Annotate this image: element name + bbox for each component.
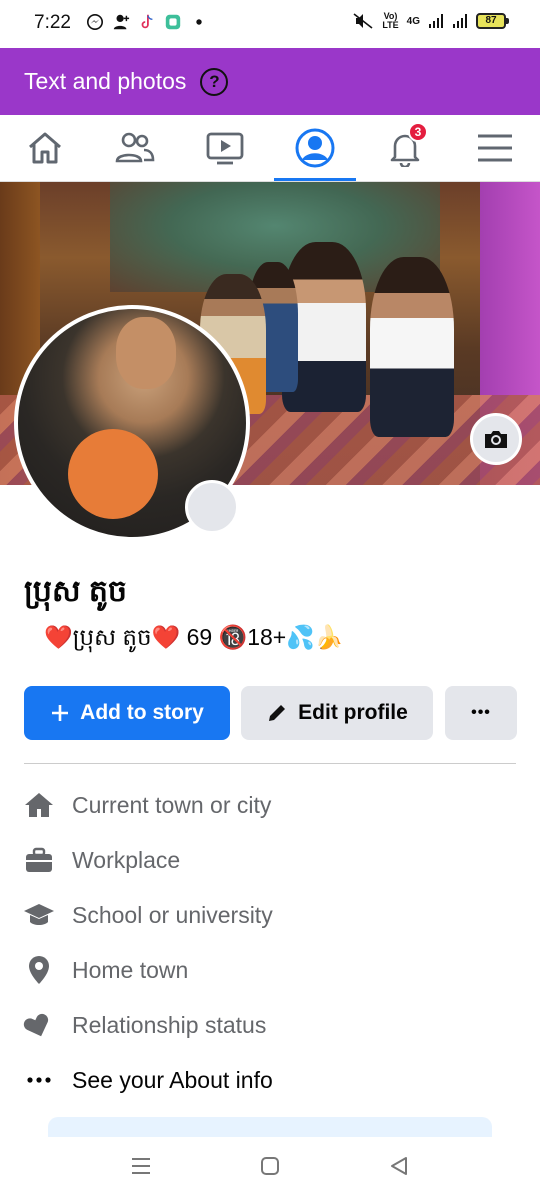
status-bar: 7:22 Vo) LTE 4G 87: [0, 0, 540, 48]
profile-bio: ❤️ប្រុស តូច❤️ 69 🔞18+💦🍌: [44, 624, 344, 650]
see-about-info[interactable]: See your About info: [22, 1060, 273, 1100]
mute-icon: [353, 13, 373, 29]
home-icon: [29, 132, 61, 164]
detail-label: Home town: [72, 956, 189, 983]
graduation-cap-icon: [22, 898, 56, 932]
nav-profile[interactable]: [274, 115, 356, 181]
ellipsis-icon: [22, 1063, 56, 1097]
nav-friends[interactable]: [104, 115, 166, 181]
status-time: 7:22: [34, 12, 71, 33]
camera-icon: [485, 431, 507, 448]
system-nav-bar: [0, 1137, 540, 1200]
messenger-icon: [86, 13, 104, 31]
add-to-story-button[interactable]: Add to story: [24, 686, 230, 740]
change-cover-button[interactable]: [470, 413, 522, 465]
card-peek: [48, 1117, 492, 1137]
pencil-icon: [266, 702, 288, 724]
briefcase-icon: [22, 843, 56, 877]
nav-home[interactable]: [14, 115, 76, 181]
signal-icon: [429, 14, 443, 28]
detail-relationship[interactable]: Relationship status: [22, 1005, 266, 1045]
volte-indicator: Vo) LTE: [382, 11, 399, 30]
nav-menu[interactable]: [464, 115, 526, 181]
app-icon: [165, 14, 181, 30]
recents-menu-icon[interactable]: [130, 1155, 152, 1177]
nav-notifications[interactable]: 3: [374, 115, 436, 181]
composer-banner[interactable]: Text and photos ?: [0, 48, 540, 115]
edit-profile-label: Edit profile: [298, 701, 408, 724]
plus-icon: [50, 703, 70, 723]
status-notification-icons: [86, 13, 208, 31]
profile-name: ប្រុស តូច: [24, 575, 127, 608]
nav-watch[interactable]: [194, 115, 256, 181]
video-icon: [206, 132, 244, 165]
signal-2-icon: [453, 14, 467, 28]
dot-icon: [196, 19, 202, 25]
more-options-button[interactable]: •••: [445, 686, 517, 740]
detail-label: School or university: [72, 901, 273, 928]
notification-count-badge: 3: [408, 122, 428, 142]
detail-home-town[interactable]: Home town: [22, 950, 188, 990]
see-about-label: See your About info: [72, 1066, 273, 1093]
detail-label: Relationship status: [72, 1011, 267, 1038]
home-square-icon[interactable]: [259, 1155, 281, 1177]
tiktok-icon: [141, 14, 153, 29]
detail-workplace[interactable]: Workplace: [22, 840, 180, 880]
location-pin-icon: [22, 953, 56, 987]
detail-label: Workplace: [72, 846, 181, 873]
status-system-icons: Vo) LTE 4G 87: [352, 11, 509, 30]
add-friend-icon: [113, 14, 130, 30]
profile-icon: [295, 128, 335, 168]
back-triangle-icon[interactable]: [388, 1155, 410, 1177]
heart-icon: [22, 1008, 56, 1042]
avatar-status-badge[interactable]: [185, 480, 239, 534]
house-icon: [22, 788, 56, 822]
battery-indicator: 87: [476, 13, 509, 29]
detail-school[interactable]: School or university: [22, 895, 273, 935]
question-circle-icon[interactable]: ?: [200, 67, 229, 96]
banner-title: Text and photos: [24, 68, 187, 94]
detail-current-town[interactable]: Current town or city: [22, 785, 271, 825]
divider: [24, 763, 516, 764]
detail-label: Current town or city: [72, 791, 272, 818]
ellipsis-icon: •••: [471, 704, 491, 721]
friends-icon: [115, 132, 155, 163]
network-type: 4G: [406, 15, 420, 27]
top-nav-bar: 3: [0, 115, 540, 182]
hamburger-icon: [478, 134, 512, 162]
edit-profile-button[interactable]: Edit profile: [241, 686, 433, 740]
add-to-story-label: Add to story: [80, 701, 204, 724]
